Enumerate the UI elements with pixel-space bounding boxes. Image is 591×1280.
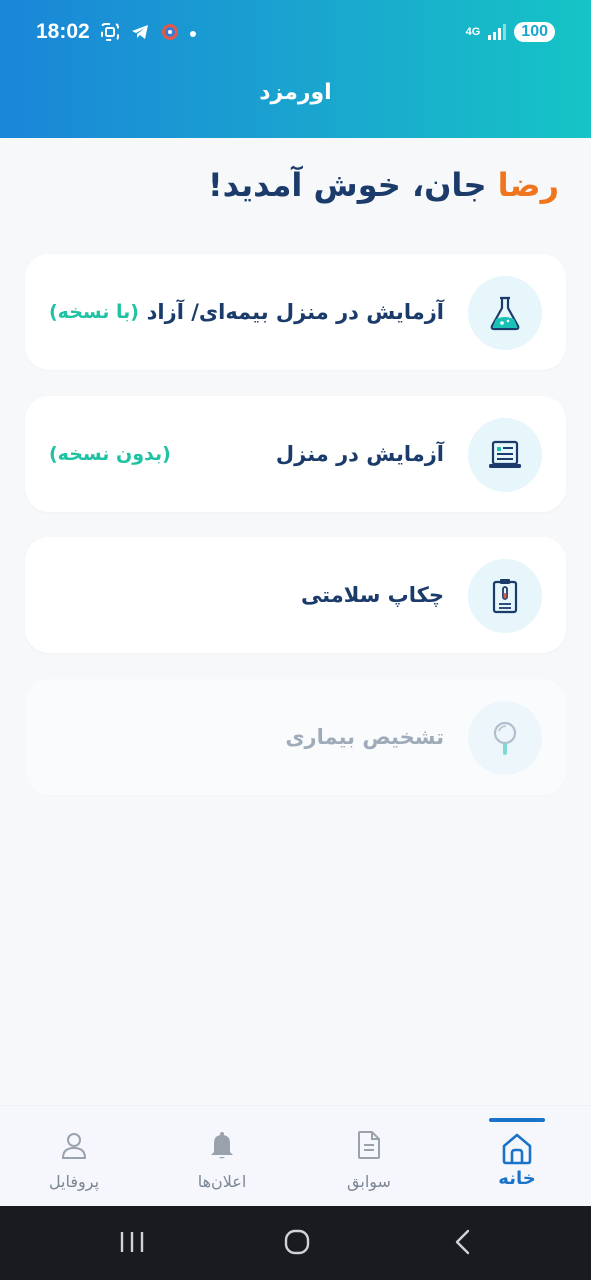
- document-icon: [355, 1130, 383, 1164]
- back-icon[interactable]: [450, 1226, 478, 1262]
- bell-icon: [208, 1130, 236, 1164]
- nav-label: سوابق: [347, 1172, 391, 1191]
- app-screen: 18:02 4G 100 اورمزد رضا جان، خوش آمدید! …: [0, 0, 591, 1280]
- service-note: (بدون نسخه): [49, 443, 171, 465]
- service-title: آزمایش در منزل: [275, 442, 444, 466]
- app-header: 18:02 4G 100 اورمزد: [0, 0, 591, 138]
- nav-active-indicator: [489, 1118, 545, 1122]
- notification-icons: [100, 22, 196, 46]
- user-icon: [60, 1130, 88, 1164]
- nav-item-notifications[interactable]: اعلان‌ها: [162, 1106, 282, 1207]
- nav-label: خانه: [498, 1168, 536, 1189]
- nav-item-profile[interactable]: پروفایل: [14, 1106, 134, 1207]
- nav-label: اعلان‌ها: [197, 1172, 247, 1191]
- service-card-health-checkup[interactable]: چکاپ سلامتی: [25, 537, 566, 653]
- app-notification-icon: [160, 22, 180, 46]
- welcome-message: رضا جان، خوش آمدید!: [208, 166, 559, 204]
- screenshot-icon: [100, 22, 120, 46]
- nav-item-home[interactable]: خانه: [457, 1106, 577, 1207]
- magnifier-icon: [468, 701, 542, 775]
- status-time: 18:02: [36, 20, 90, 43]
- service-title: تشخیص بیماری: [285, 725, 444, 749]
- home-button-icon[interactable]: [283, 1226, 311, 1262]
- nav-label: پروفایل: [48, 1172, 100, 1191]
- checkup-clipboard-icon: [468, 559, 542, 633]
- network-type: 4G: [465, 25, 481, 38]
- service-card-insurance-home-test[interactable]: آزمایش در منزل بیمه‌ای/ آزاد (با نسخه): [25, 254, 566, 370]
- service-note: (با نسخه): [49, 301, 139, 323]
- welcome-text: جان، خوش آمدید!: [208, 166, 498, 204]
- app-title: اورمزد: [259, 80, 332, 105]
- recent-apps-icon[interactable]: [118, 1226, 146, 1262]
- flask-icon: [468, 276, 542, 350]
- nav-item-history[interactable]: سوابق: [309, 1106, 429, 1207]
- home-icon: [499, 1130, 535, 1170]
- telegram-icon: [130, 22, 150, 46]
- user-name: رضا: [497, 166, 559, 204]
- service-card-diagnosis: تشخیص بیماری: [25, 679, 566, 795]
- more-notifications-dot: [190, 31, 196, 37]
- status-bar: 18:02 4G 100: [0, 0, 591, 68]
- report-screen-icon: [468, 418, 542, 492]
- service-title: آزمایش در منزل بیمه‌ای/ آزاد: [146, 300, 444, 324]
- service-title: چکاپ سلامتی: [300, 583, 444, 607]
- system-navigation-bar: [0, 1206, 591, 1280]
- status-right: 4G 100: [466, 22, 555, 42]
- signal-icon: [488, 24, 507, 40]
- battery-level: 100: [514, 22, 555, 42]
- bottom-navigation: خانه سوابق اعلان‌ها: [0, 1105, 591, 1206]
- service-card-home-test[interactable]: آزمایش در منزل (بدون نسخه): [25, 396, 566, 512]
